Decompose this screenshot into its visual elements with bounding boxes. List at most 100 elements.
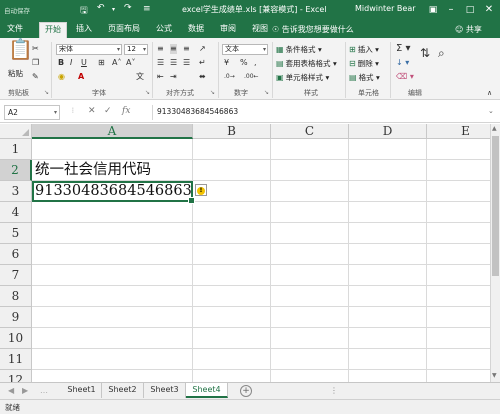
fill-icon[interactable]: ↓ ▾	[396, 58, 409, 68]
tab-page-layout[interactable]: 页面布局	[104, 22, 144, 38]
vertical-scrollbar[interactable]: ▲ ▼	[490, 124, 500, 382]
cell-e11[interactable]	[427, 349, 490, 370]
row-header-6[interactable]: 6	[0, 244, 32, 265]
number-launcher-icon[interactable]: ↘	[264, 89, 269, 96]
column-header-e[interactable]: E	[427, 124, 490, 139]
save-icon[interactable]: 🖫	[80, 3, 88, 19]
cell-a4[interactable]	[32, 202, 193, 223]
cell-d9[interactable]	[349, 307, 427, 328]
format-painter-icon[interactable]: ✎	[32, 72, 39, 82]
cell-d3[interactable]	[349, 181, 427, 202]
align-top-icon[interactable]: ≡	[157, 44, 164, 54]
enter-icon[interactable]: ✓	[104, 106, 112, 116]
cell-c6[interactable]	[271, 244, 349, 265]
cell-d5[interactable]	[349, 223, 427, 244]
user-name[interactable]: Midwinter Bear	[355, 4, 416, 13]
customize-qat-icon[interactable]: ≡	[143, 4, 151, 14]
cell-e2[interactable]	[427, 160, 490, 181]
bold-button[interactable]: B	[58, 58, 64, 68]
cell-c11[interactable]	[271, 349, 349, 370]
formula-input[interactable]: 91330483684546863	[152, 105, 482, 120]
insert-function-icon[interactable]: fx	[122, 106, 130, 116]
cancel-icon[interactable]: ✕	[88, 106, 96, 116]
align-right-icon[interactable]: ☰	[183, 58, 190, 68]
increase-decimal-icon[interactable]: .0→	[224, 72, 235, 82]
percent-icon[interactable]: %	[240, 58, 248, 68]
insert-cells-button[interactable]: ⊞ 插入 ▾	[349, 44, 379, 55]
row-header-3[interactable]: 3	[0, 181, 32, 202]
cell-b2[interactable]	[193, 160, 271, 181]
cell-styles-button[interactable]: ▣ 单元格样式 ▾	[276, 72, 329, 83]
row-header-4[interactable]: 4	[0, 202, 32, 223]
row-header-8[interactable]: 8	[0, 286, 32, 307]
cell-b1[interactable]	[193, 139, 271, 160]
cell-b5[interactable]	[193, 223, 271, 244]
alignment-launcher-icon[interactable]: ↘	[210, 89, 215, 96]
more-sheets-icon[interactable]: …	[40, 386, 48, 395]
clear-icon[interactable]: ⌫ ▾	[396, 72, 414, 82]
cell-a8[interactable]	[32, 286, 193, 307]
cell-e3[interactable]	[427, 181, 490, 202]
sort-filter-icon[interactable]: ⇅	[420, 47, 430, 59]
column-header-b[interactable]: B	[193, 124, 271, 139]
font-size-select[interactable]: 12 ▾	[124, 44, 148, 55]
row-header-12[interactable]: 12	[0, 370, 32, 382]
cell-e8[interactable]	[427, 286, 490, 307]
cut-icon[interactable]: ✂	[32, 44, 39, 54]
row-header-1[interactable]: 1	[0, 139, 32, 160]
delete-cells-button[interactable]: ⊟ 删除 ▾	[349, 58, 379, 69]
row-header-2[interactable]: 2	[0, 160, 32, 181]
cell-d8[interactable]	[349, 286, 427, 307]
cell-a10[interactable]	[32, 328, 193, 349]
align-middle-icon[interactable]: ≡	[170, 44, 177, 54]
share-button[interactable]: ☺ 共享	[455, 24, 482, 35]
cell-e7[interactable]	[427, 265, 490, 286]
decrease-indent-icon[interactable]: ⇤	[157, 72, 164, 82]
sheet-tab-sheet2[interactable]: Sheet2	[102, 383, 144, 398]
tab-file[interactable]: 文件	[4, 22, 26, 38]
font-color-icon[interactable]: A	[78, 72, 84, 82]
tab-review[interactable]: 审阅	[216, 22, 240, 38]
decrease-decimal-icon[interactable]: .00←	[244, 72, 259, 82]
ribbon-display-options-icon[interactable]: ▣	[424, 2, 442, 18]
row-header-11[interactable]: 11	[0, 349, 32, 370]
cell-e4[interactable]	[427, 202, 490, 223]
sheet-tab-sheet3[interactable]: Sheet3	[144, 383, 186, 398]
cell-d1[interactable]	[349, 139, 427, 160]
select-all-button[interactable]	[0, 124, 32, 139]
fill-color-icon[interactable]: ◉	[58, 72, 65, 82]
undo-dropdown-icon[interactable]: ▾	[112, 6, 115, 13]
tab-home[interactable]: 开始	[39, 22, 67, 38]
cell-b12[interactable]	[193, 370, 271, 382]
format-cells-button[interactable]: ▤ 格式 ▾	[349, 72, 380, 83]
align-center-icon[interactable]: ☰	[170, 58, 177, 68]
cell-b4[interactable]	[193, 202, 271, 223]
cell-a6[interactable]	[32, 244, 193, 265]
cell-a1[interactable]	[32, 139, 193, 160]
cell-b10[interactable]	[193, 328, 271, 349]
tab-insert[interactable]: 插入	[72, 22, 96, 38]
column-header-c[interactable]: C	[271, 124, 349, 139]
row-header-5[interactable]: 5	[0, 223, 32, 244]
tab-split-handle[interactable]: ⋮	[330, 386, 338, 395]
cell-a12[interactable]	[32, 370, 193, 382]
cell-b9[interactable]	[193, 307, 271, 328]
cell-a1[interactable]: 统一社会信用代码	[35, 160, 151, 181]
cell-e5[interactable]	[427, 223, 490, 244]
tell-me-box[interactable]: ☉ 告诉我您想要做什么	[272, 24, 354, 35]
cell-c10[interactable]	[271, 328, 349, 349]
merge-center-icon[interactable]: ⬌	[199, 72, 206, 82]
row-header-9[interactable]: 9	[0, 307, 32, 328]
cell-c3[interactable]	[271, 181, 349, 202]
cell-d10[interactable]	[349, 328, 427, 349]
cell-c4[interactable]	[271, 202, 349, 223]
cell-d12[interactable]	[349, 370, 427, 382]
expand-formula-bar-icon[interactable]: ⌄	[488, 107, 494, 115]
undo-icon[interactable]: ↶	[97, 3, 105, 13]
sheet-tab-sheet1[interactable]: Sheet1	[62, 383, 102, 398]
align-left-icon[interactable]: ☰	[157, 58, 164, 68]
row-header-10[interactable]: 10	[0, 328, 32, 349]
scroll-up-icon[interactable]: ▲	[492, 125, 497, 132]
cell-a11[interactable]	[32, 349, 193, 370]
column-header-d[interactable]: D	[349, 124, 427, 139]
